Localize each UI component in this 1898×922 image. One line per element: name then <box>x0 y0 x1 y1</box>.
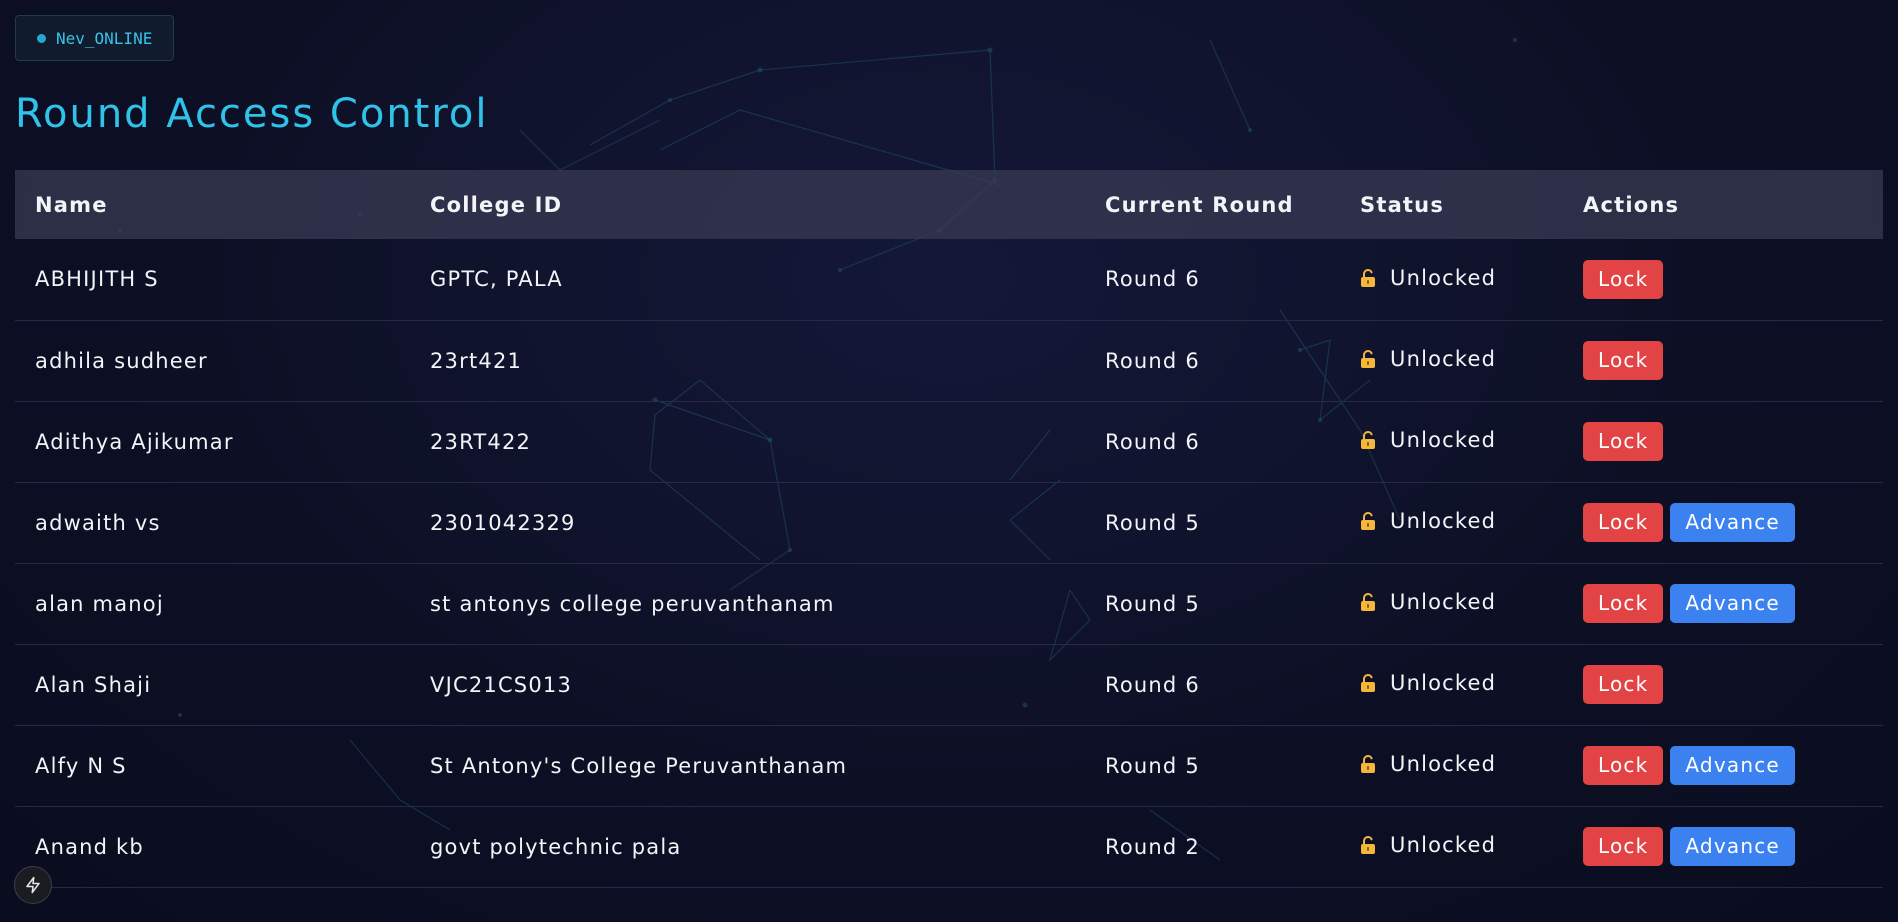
cell-actions: Lock Advance <box>1563 482 1883 563</box>
status-label: Unlocked <box>1390 752 1497 776</box>
table-row: ABHIJITH S GPTC, PALA Round 6 Unlocked Lock <box>15 239 1883 320</box>
unlocked-padlock-icon <box>1360 592 1376 612</box>
round-access-table: Name College ID Current Round Status Act… <box>15 170 1883 888</box>
unlocked-padlock-icon <box>1360 268 1376 288</box>
cell-college-id: St Antony's College Peruvanthanam <box>430 753 848 778</box>
table-row: alan manoj st antonys college peruvanthan… <box>15 563 1883 644</box>
advance-button[interactable]: Advance <box>1670 746 1795 785</box>
page-title: Round Access Control <box>15 91 489 137</box>
status-indicator: Unlocked <box>1360 752 1496 776</box>
table-header-row: Name College ID Current Round Status Act… <box>15 170 1883 239</box>
cell-actions: Lock <box>1563 401 1883 482</box>
advance-button[interactable]: Advance <box>1670 503 1795 542</box>
cell-name: alan manoj <box>35 591 164 616</box>
table-row: Anand kb govt polytechnic pala Round 2 Unlo… <box>15 806 1883 887</box>
status-label: Unlocked <box>1390 265 1497 290</box>
unlocked-padlock-icon <box>1360 511 1376 531</box>
cell-status: Unlocked <box>1340 563 1563 644</box>
status-indicator: Unlocked <box>1360 428 1496 452</box>
cell-current-round: Round 5 <box>1105 753 1200 778</box>
status-label: Unlocked <box>1390 428 1497 452</box>
cell-current-round: Round 6 <box>1105 267 1200 292</box>
cell-actions: Lock <box>1563 320 1883 401</box>
status-label: Unlocked <box>1390 509 1497 533</box>
table-body: ABHIJITH S GPTC, PALA Round 6 Unlocked Lock a… <box>15 239 1883 887</box>
cell-status: Unlocked <box>1340 725 1563 806</box>
status-label: Unlocked <box>1390 833 1497 857</box>
cell-status: Unlocked <box>1340 806 1563 887</box>
cell-college-id: 23rt421 <box>430 348 523 373</box>
unlocked-padlock-icon <box>1360 673 1376 693</box>
cell-college-id: VJC21CS013 <box>430 672 573 697</box>
status-label: Unlocked <box>1390 590 1497 614</box>
cell-status: Unlocked <box>1340 644 1563 725</box>
cell-current-round: Round 6 <box>1105 348 1200 373</box>
cell-status: Unlocked <box>1340 482 1563 563</box>
cell-current-round: Round 2 <box>1105 834 1200 859</box>
status-indicator: Unlocked <box>1360 671 1496 695</box>
cell-status: Unlocked <box>1340 239 1563 320</box>
advance-button[interactable]: Advance <box>1670 827 1795 866</box>
cell-current-round: Round 6 <box>1105 429 1200 454</box>
lock-button[interactable]: Lock <box>1583 259 1664 299</box>
table-row: adwaith vs 2301042329 Round 5 Unlocked Lock A… <box>15 482 1883 563</box>
lock-button[interactable]: Lock <box>1583 827 1664 866</box>
connection-status-label: Nev_ONLINE <box>56 28 153 48</box>
column-header-current-round: Current Round <box>1105 192 1294 217</box>
advance-button[interactable]: Advance <box>1670 584 1795 623</box>
cell-college-id: GPTC, PALA <box>430 267 563 292</box>
cell-name: Alfy N S <box>35 753 127 778</box>
lightning-bolt-icon <box>26 876 40 894</box>
quick-action-button[interactable] <box>14 866 52 904</box>
status-indicator: Unlocked <box>1360 509 1496 533</box>
cell-current-round: Round 5 <box>1105 591 1200 616</box>
table-row: Alfy N S St Antony's College Peruvanthana… <box>15 725 1883 806</box>
lock-button[interactable]: Lock <box>1583 422 1664 461</box>
lock-button[interactable]: Lock <box>1583 503 1664 542</box>
status-label: Unlocked <box>1390 671 1497 695</box>
cell-name: Alan Shaji <box>35 672 152 697</box>
cell-name: Adithya Ajikumar <box>35 429 234 454</box>
cell-actions: Lock Advance <box>1563 725 1883 806</box>
unlocked-padlock-icon <box>1360 754 1376 774</box>
cell-current-round: Round 5 <box>1105 510 1200 535</box>
cell-actions: Lock <box>1563 239 1883 320</box>
cell-status: Unlocked <box>1340 401 1563 482</box>
connection-status-chip: Nev_ONLINE <box>15 15 175 61</box>
status-indicator: Unlocked <box>1360 266 1496 290</box>
cell-actions: Lock Advance <box>1563 806 1883 887</box>
column-header-name: Name <box>35 192 108 217</box>
cell-current-round: Round 6 <box>1105 672 1200 697</box>
unlocked-padlock-icon <box>1360 349 1376 369</box>
cell-name: ABHIJITH S <box>35 267 159 292</box>
lock-button[interactable]: Lock <box>1583 665 1664 704</box>
cell-name: adhila sudheer <box>35 348 208 373</box>
lock-button[interactable]: Lock <box>1583 746 1664 785</box>
cell-college-id: st antonys college peruvanthanam <box>430 591 835 616</box>
table-row: Adithya Ajikumar 23RT422 Round 6 Unlocked Lo… <box>15 401 1883 482</box>
status-dot-icon <box>37 33 46 43</box>
unlocked-padlock-icon <box>1360 430 1376 450</box>
column-header-status: Status <box>1360 192 1445 217</box>
cell-name: Anand kb <box>35 834 144 859</box>
cell-actions: Lock Advance <box>1563 563 1883 644</box>
table-row: Alan Shaji VJC21CS013 Round 6 Unlocked Lock <box>15 644 1883 725</box>
cell-college-id: govt polytechnic pala <box>430 834 682 859</box>
cell-status: Unlocked <box>1340 320 1563 401</box>
status-indicator: Unlocked <box>1360 347 1496 371</box>
status-label: Unlocked <box>1390 347 1497 371</box>
cell-college-id: 2301042329 <box>430 510 576 535</box>
cell-actions: Lock <box>1563 644 1883 725</box>
cell-name: adwaith vs <box>35 510 161 535</box>
table-row: adhila sudheer 23rt421 Round 6 Unlocked Lock <box>15 320 1883 401</box>
unlocked-padlock-icon <box>1360 835 1376 855</box>
lock-button[interactable]: Lock <box>1583 584 1664 623</box>
status-indicator: Unlocked <box>1360 833 1496 857</box>
page-container: Nev_ONLINE Round Access Control Name Col… <box>15 15 1883 887</box>
cell-college-id: 23RT422 <box>430 429 532 454</box>
column-header-actions: Actions <box>1583 192 1680 217</box>
status-indicator: Unlocked <box>1360 590 1496 614</box>
lock-button[interactable]: Lock <box>1583 341 1664 380</box>
column-header-college-id: College ID <box>430 192 563 217</box>
